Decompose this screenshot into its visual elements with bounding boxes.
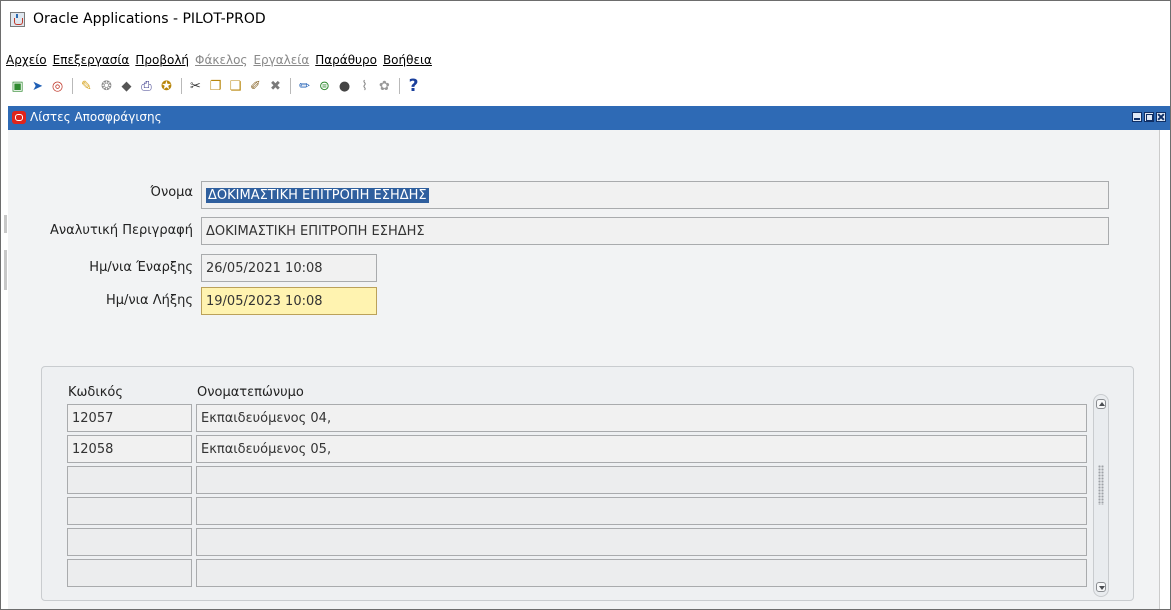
menu-window-label: Παράθυρο [315,53,377,67]
menu-help[interactable]: Βοήθεια [380,53,435,71]
gutter-mark [4,250,7,290]
toolbar-separator [290,78,291,94]
column-header-name: Ονοματεπώνυμο [197,385,304,400]
code-cell[interactable]: 12057 [67,404,192,432]
clear-record-icon[interactable]: ✐ [247,78,264,95]
menu-window[interactable]: Παράθυρο [312,53,380,71]
toolbar-separator [72,78,73,94]
window-controls [1132,112,1166,122]
right-gutter [1159,130,1170,609]
paste-icon[interactable]: ❏ [227,78,244,95]
menu-tools-label: Εργαλεία [253,53,310,67]
menu-edit[interactable]: Επεξεργασία [50,53,133,71]
code-cell[interactable] [67,466,192,494]
start-date-label: Ημ/νια Έναρξης [89,260,193,275]
name-cell[interactable] [196,466,1087,494]
left-gutter [1,130,8,609]
help-icon[interactable]: ? [405,77,422,95]
print-icon[interactable]: ⎙ [138,78,155,95]
close-icon[interactable] [1156,112,1166,122]
menu-view-label: Προβολή [135,53,190,67]
menu-folder-label: Φάκελος [195,53,248,67]
menu-view[interactable]: Προβολή [132,53,192,71]
delete-record-icon[interactable]: ✖ [267,78,284,95]
menu-help-label: Βοήθεια [382,53,432,67]
close-form-icon[interactable]: ✪ [158,78,175,95]
description-label: Αναλυτική Περιγραφή [50,223,193,238]
scroll-grip[interactable] [1098,465,1104,505]
folder-tools-icon[interactable]: ✿ [376,78,393,95]
application-frame: Oracle Applications - PILOT-PROD Αρχείο … [0,0,1171,610]
translations-icon[interactable]: ● [336,78,353,95]
code-cell[interactable] [67,559,192,587]
code-cell[interactable]: 12058 [67,435,192,463]
name-label: Όνομα [150,185,193,200]
form-body: Όνομα ΔΟΚΙΜΑΣΤΙΚΗ ΕΠΙΤΡΟΠΗ ΕΣΗΔΗΣ Αναλυτ… [8,130,1159,609]
members-scrollbar[interactable] [1093,394,1109,597]
toolbar-separator [399,78,400,94]
scroll-up-icon[interactable] [1096,399,1106,409]
java-app-icon [10,12,25,27]
name-cell[interactable] [196,559,1087,587]
attachments-icon[interactable]: ⌇ [356,78,373,95]
name-field[interactable]: ΔΟΚΙΜΑΣΤΙΚΗ ΕΠΙΤΡΟΠΗ ΕΣΗΔΗΣ [201,181,1109,209]
name-cell[interactable] [196,497,1087,525]
zoom-drilldown-icon[interactable]: ⊜ [316,78,333,95]
menu-tools[interactable]: Εργαλεία [250,53,312,71]
zoom-icon[interactable]: ◎ [49,78,66,95]
code-cell[interactable] [67,528,192,556]
description-field[interactable]: ΔΟΚΙΜΑΣΤΙΚΗ ΕΠΙΤΡΟΠΗ ΕΣΗΔΗΣ [201,217,1109,245]
name-value: ΔΟΚΙΜΑΣΤΙΚΗ ΕΠΙΤΡΟΠΗ ΕΣΗΔΗΣ [206,188,429,203]
new-record-icon[interactable]: ▣ [9,78,26,95]
edit-field-icon[interactable]: ✏ [296,78,313,95]
start-date-field[interactable]: 26/05/2021 10:08 [201,254,377,282]
name-cell[interactable]: Εκπαιδευόμενος 05, [196,435,1087,463]
end-date-label: Ημ/νια Λήξης [105,293,193,308]
scroll-down-icon[interactable] [1096,582,1106,592]
next-step-icon[interactable]: ❂ [98,78,115,95]
gutter-mark [4,215,7,233]
end-date-field[interactable]: 19/05/2023 10:08 [201,287,377,315]
save-icon[interactable]: ✎ [78,78,95,95]
toolbar-separator [181,78,182,94]
maximize-icon[interactable] [1144,112,1154,122]
menu-file-label: Αρχείο [6,53,47,67]
menu-edit-label: Επεξεργασία [52,53,130,67]
name-cell[interactable]: Εκπαιδευόμενος 04, [196,404,1087,432]
menu-bar: Αρχείο Επεξεργασία Προβολή Φάκελος Εργαλ… [3,53,435,71]
column-header-code: Κωδικός [68,385,124,400]
copy-icon[interactable]: ❐ [207,78,224,95]
navigate-icon[interactable]: ➤ [29,78,46,95]
minimize-icon[interactable] [1132,112,1142,122]
menu-folder[interactable]: Φάκελος [192,53,250,71]
oracle-logo-icon [12,111,26,124]
toolbar: ▣ ➤ ◎ ✎ ❂ ◆ ⎙ ✪ ✂ ❐ ❏ ✐ ✖ ✏ ⊜ ● ⌇ ✿ ? [9,74,1159,98]
cut-icon[interactable]: ✂ [187,78,204,95]
form-window-title-bar: Λίστες Αποσφράγισης [8,106,1170,130]
code-cell[interactable] [67,497,192,525]
form-window-title: Λίστες Αποσφράγισης [30,110,162,124]
title-bar: Oracle Applications - PILOT-PROD [1,1,1170,39]
name-cell[interactable] [196,528,1087,556]
switch-responsibility-icon[interactable]: ◆ [118,78,135,95]
menu-file[interactable]: Αρχείο [3,53,50,71]
app-title: Oracle Applications - PILOT-PROD [33,11,266,27]
